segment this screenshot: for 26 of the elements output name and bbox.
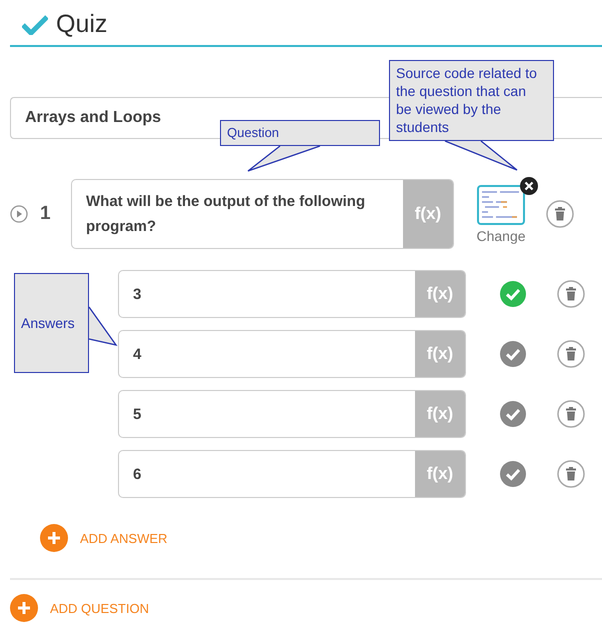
trash-icon[interactable] [546,200,574,228]
check-icon[interactable] [500,401,526,427]
add-question-button[interactable]: ADD QUESTION [10,594,149,622]
trash-icon[interactable] [557,340,585,368]
play-icon[interactable] [10,205,28,223]
plus-icon [10,594,38,622]
page-title: Quiz [56,10,108,39]
trash-icon[interactable] [557,280,585,308]
code-thumbnail[interactable] [477,184,525,224]
answer-field[interactable]: 3 f(x) [118,270,466,318]
question-number: 1 [40,203,52,225]
trash-icon[interactable] [557,460,585,488]
trash-icon[interactable] [557,400,585,428]
check-icon[interactable] [500,281,526,307]
answer-field[interactable]: 6 f(x) [118,450,466,498]
answer-field[interactable]: 4 f(x) [118,330,466,378]
question-field[interactable]: What will be the output of the following program? f(x) [71,179,454,249]
checkmark-icon [22,14,48,34]
answer-field[interactable]: 5 f(x) [118,390,466,438]
plus-icon [40,524,68,552]
change-link[interactable]: Change [476,228,526,244]
check-icon[interactable] [500,461,526,487]
add-answer-button[interactable]: ADD ANSWER [40,524,168,552]
check-icon[interactable] [500,341,526,367]
tooltip-pointer [88,305,118,347]
close-icon[interactable] [520,176,538,194]
